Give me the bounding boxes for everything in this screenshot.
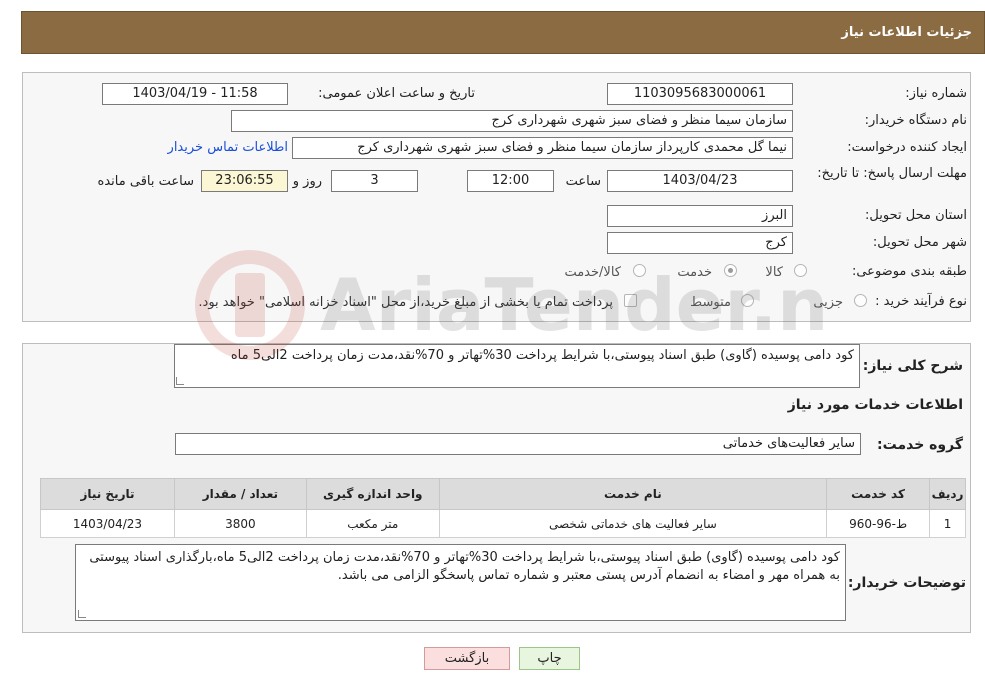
request-creator-label: ایجاد کننده درخواست:	[847, 140, 967, 155]
col-service-code: کد خدمت	[826, 478, 931, 510]
table-header-row: ردیف کد خدمت نام خدمت واحد اندازه گیری ت…	[40, 478, 966, 510]
purchase-minor-radio[interactable]	[854, 294, 867, 307]
buyer-org-field: سازمان سیما منظر و فضای سبز شهری شهرداری…	[231, 110, 793, 132]
deadline-date-field: 1403/04/23	[607, 170, 793, 192]
category-service-radio[interactable]	[724, 264, 737, 277]
services-table: ردیف کد خدمت نام خدمت واحد اندازه گیری ت…	[40, 478, 966, 538]
resize-handle-icon[interactable]	[78, 610, 86, 618]
general-description-field[interactable]: کود دامی پوسیده (گاوی) طبق اسناد پیوستی،…	[174, 344, 860, 388]
cell-service-name: سایر فعالیت های خدماتی شخصی	[438, 509, 828, 538]
remaining-time-field: 23:06:55	[201, 170, 288, 192]
request-creator-field: نیما گل محمدی کارپرداز سازمان سیما منظر …	[292, 137, 793, 159]
category-label: طبقه بندی موضوعی:	[851, 264, 967, 279]
remaining-label: ساعت باقی مانده	[97, 174, 194, 189]
purchase-medium-radio[interactable]	[741, 294, 754, 307]
buyer-contact-link[interactable]: اطلاعات تماس خریدار	[168, 140, 288, 155]
category-goods-radio[interactable]	[794, 264, 807, 277]
province-field: البرز	[607, 205, 793, 227]
announce-datetime-label: تاریخ و ساعت اعلان عمومی:	[318, 86, 475, 101]
buyer-org-label: نام دستگاه خریدار:	[864, 113, 967, 128]
resize-handle-icon[interactable]	[176, 377, 184, 385]
announce-datetime-field: 1403/04/19 - 11:58	[102, 83, 288, 105]
services-info-heading: اطلاعات خدمات مورد نیاز	[787, 397, 963, 413]
need-number-label: شماره نیاز:	[905, 86, 967, 101]
deadline-time-field: 12:00	[467, 170, 554, 192]
purchase-minor-label: جزیی	[813, 295, 843, 310]
city-field: کرج	[607, 232, 793, 254]
buyer-notes-field[interactable]: کود دامی پوسیده (گاوی) طبق اسناد پیوستی،…	[75, 544, 846, 621]
need-number-field: 1103095683000061	[607, 83, 793, 105]
col-service-name: نام خدمت	[438, 478, 828, 510]
deadline-time-label: ساعت	[565, 174, 601, 189]
cell-quantity: 3800	[173, 509, 307, 538]
cell-service-code: ط-96-960	[826, 509, 931, 538]
days-field: 3	[331, 170, 418, 192]
purchase-type-label: نوع فرآیند خرید :	[875, 294, 967, 309]
treasury-checkbox[interactable]	[624, 294, 637, 307]
col-quantity: تعداد / مقدار	[173, 478, 307, 510]
col-unit: واحد اندازه گیری	[305, 478, 440, 510]
buyer-notes-label: توضیحات خریدار:	[847, 575, 966, 591]
category-goods-label: کالا	[765, 265, 783, 280]
general-description-label: شرح کلی نیاز:	[862, 358, 963, 374]
deadline-label: مهلت ارسال پاسخ: تا تاریخ:	[817, 166, 967, 181]
category-goods-service-radio[interactable]	[633, 264, 646, 277]
treasury-note: پرداخت تمام یا بخشی از مبلغ خرید،از محل …	[198, 295, 613, 310]
days-and-label: روز و	[292, 174, 322, 189]
province-label: استان محل تحویل:	[865, 208, 967, 223]
back-button[interactable]: بازگشت	[424, 647, 510, 670]
category-goods-service-label: کالا/خدمت	[564, 265, 621, 280]
cell-unit: متر مکعب	[305, 509, 440, 538]
purchase-medium-label: متوسط	[690, 295, 731, 310]
city-label: شهر محل تحویل:	[872, 235, 967, 250]
table-row: 1 ط-96-960 سایر فعالیت های خدماتی شخصی م…	[40, 509, 966, 538]
col-row-number: ردیف	[929, 478, 966, 510]
page-header: جزئیات اطلاعات نیاز	[21, 11, 985, 54]
cell-need-date: 1403/04/23	[40, 509, 175, 538]
category-service-label: خدمت	[677, 265, 712, 280]
cell-row-number: 1	[929, 509, 966, 538]
print-button[interactable]: چاپ	[519, 647, 580, 670]
col-need-date: تاریخ نیاز	[40, 478, 175, 510]
service-group-label: گروه خدمت:	[877, 437, 963, 453]
service-group-field: سایر فعالیت‌های خدماتی	[175, 433, 861, 455]
